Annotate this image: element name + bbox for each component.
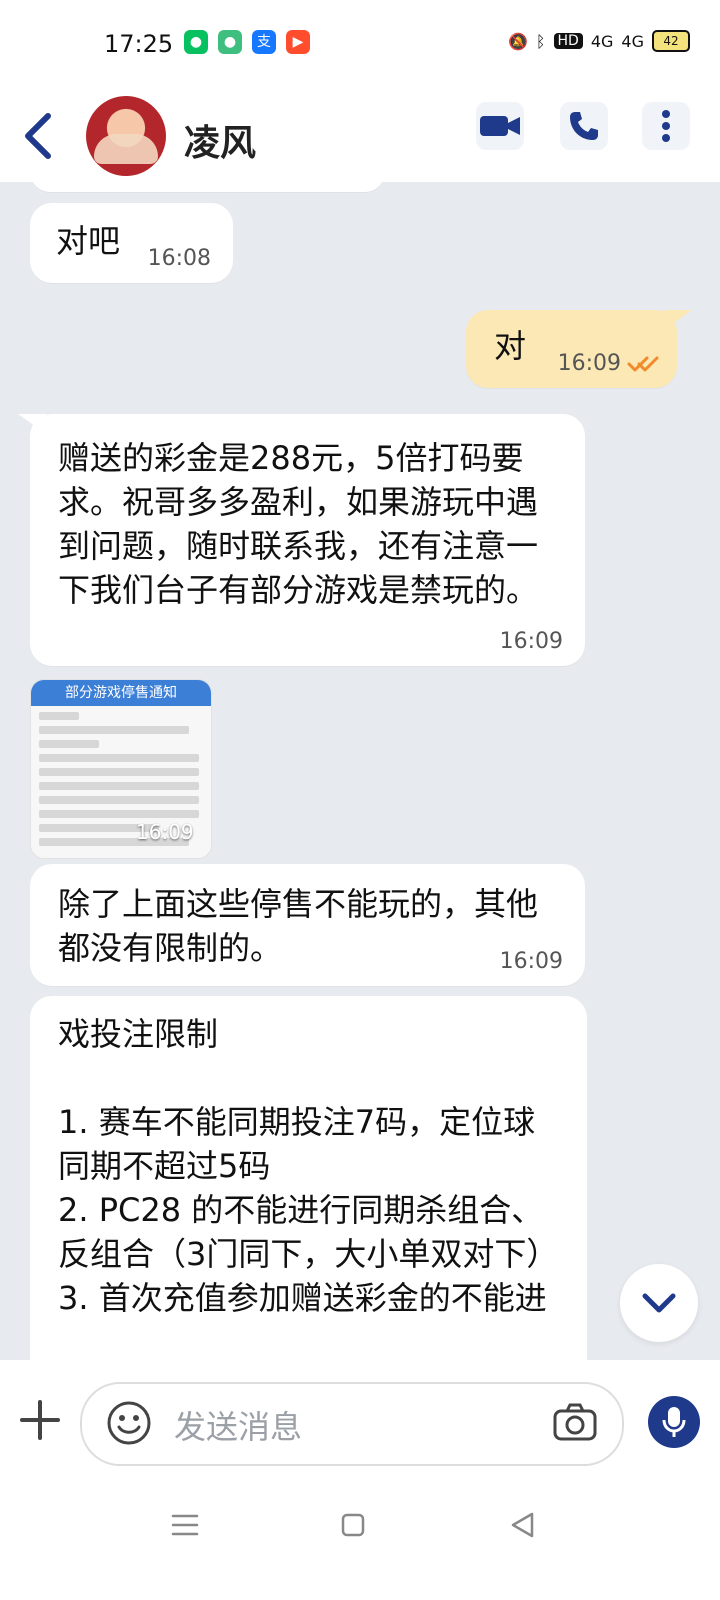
contact-avatar[interactable]: [86, 96, 166, 176]
battery-indicator: 42: [652, 30, 690, 52]
alipay-icon: 支: [252, 30, 276, 54]
message-bubble[interactable]: 戏投注限制 1. 赛车不能同期投注7码，定位球同期不超过5码 2. PC28 的…: [30, 996, 587, 1360]
message-bubble-partial: [30, 182, 385, 192]
vertical-dots-icon: [662, 110, 670, 142]
message-composer: 发送消息: [0, 1360, 720, 1480]
message-input[interactable]: 发送消息: [80, 1382, 624, 1466]
camera-icon[interactable]: [552, 1402, 598, 1442]
scroll-to-bottom-button[interactable]: [620, 1264, 698, 1342]
message-time: 16:09: [557, 351, 621, 376]
message-time: 16:09: [499, 629, 563, 654]
signal-icon-1: 4G: [590, 31, 614, 51]
message-time: 16:09: [136, 820, 194, 844]
more-options-button[interactable]: [642, 102, 690, 150]
image-title: 部分游戏停售通知: [31, 680, 211, 706]
message-text: 戏投注限制 1. 赛车不能同期投注7码，定位球同期不超过5码 2. PC28 的…: [58, 1015, 559, 1317]
chevron-down-icon: [642, 1293, 676, 1313]
wechat-icon: ●: [184, 30, 208, 54]
signal-icon-2: 4G: [621, 31, 644, 51]
double-check-icon: [627, 356, 659, 372]
menu-icon[interactable]: [170, 1512, 200, 1538]
message-text: 对吧: [56, 222, 121, 260]
chevron-left-icon: [25, 113, 51, 159]
emoji-icon[interactable]: [106, 1400, 152, 1446]
status-right: 🔕 ᛒ HD 4G 4G 42: [508, 30, 690, 52]
system-nav-bar: [0, 1480, 720, 1600]
message-time: 16:08: [147, 246, 211, 271]
bubble-tail-mine: [664, 310, 692, 330]
bluetooth-icon: ᛒ: [535, 31, 546, 51]
phone-icon: [570, 112, 598, 140]
home-icon[interactable]: [340, 1512, 366, 1538]
plus-icon[interactable]: [18, 1398, 62, 1442]
image-message[interactable]: 部分游戏停售通知 16:09: [30, 679, 212, 859]
microphone-icon: [662, 1407, 686, 1437]
video-app-icon: ▶: [286, 30, 310, 54]
notification-icons: ● ● 支 ▶: [184, 30, 310, 54]
back-triangle-icon[interactable]: [508, 1510, 536, 1540]
contact-name[interactable]: 凌风: [184, 114, 256, 166]
voice-call-button[interactable]: [560, 102, 608, 150]
status-bar: 17:25 ● ● 支 ▶ 🔕 ᛒ HD 4G 4G 42: [0, 0, 720, 90]
hd-icon: HD: [553, 33, 583, 49]
message-bubble[interactable]: 赠送的彩金是288元，5倍打码要求。祝哥多多盈利，如果游玩中遇到问题，随时联系我…: [30, 414, 585, 666]
message-time: 16:09: [499, 949, 563, 974]
message-text: 除了上面这些停售不能玩的，其他都没有限制的。: [58, 885, 539, 967]
back-button[interactable]: [16, 104, 64, 168]
message-bubble-mine[interactable]: 对 16:09: [466, 310, 677, 388]
video-call-button[interactable]: [476, 102, 524, 150]
video-camera-icon: [480, 116, 520, 136]
message-text: 对: [494, 327, 527, 365]
chat-header: 凌风: [0, 90, 720, 182]
status-time: 17:25: [104, 30, 174, 58]
message-bubble[interactable]: 除了上面这些停售不能玩的，其他都没有限制的。 16:09: [30, 864, 585, 986]
voice-record-button[interactable]: [648, 1396, 700, 1448]
message-text: 赠送的彩金是288元，5倍打码要求。祝哥多多盈利，如果游玩中遇到问题，随时联系我…: [58, 439, 539, 609]
message-placeholder: 发送消息: [174, 1408, 303, 1446]
app-icon: ●: [218, 30, 242, 54]
message-bubble[interactable]: 对吧 16:08: [30, 203, 233, 283]
message-list[interactable]: 对吧 16:08 对 16:09 赠送的彩金是288元，5倍打码要求。祝哥多多盈…: [0, 182, 720, 1360]
mute-icon: 🔕: [508, 31, 528, 51]
